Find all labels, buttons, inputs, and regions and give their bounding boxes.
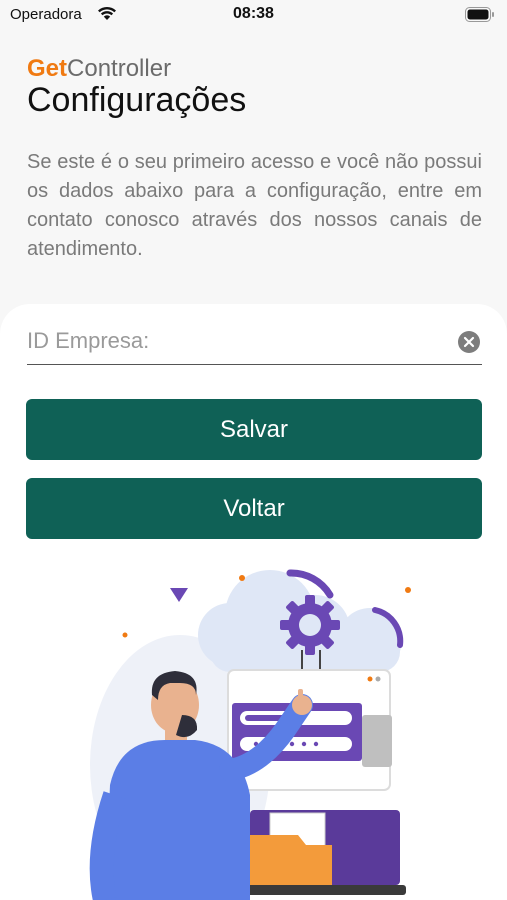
brand-get: Get [27,55,68,82]
page-title: Configurações [27,81,247,119]
brand-controller: Controller [67,55,172,82]
company-id-input[interactable] [27,324,447,358]
company-id-field [27,318,482,365]
brand-logo: GetController [27,55,171,83]
status-bar: Operadora 08:38 [0,0,507,32]
intro-text: Se este é o seu primeiro acesso e você n… [27,151,482,260]
back-button[interactable]: Voltar [26,478,482,539]
clock: 08:38 [233,5,274,22]
battery-icon [465,7,494,22]
gear-icon [280,595,340,655]
cloud-setup-illustration [89,569,411,900]
save-button[interactable]: Salvar [26,399,482,460]
clear-icon[interactable] [458,331,480,353]
